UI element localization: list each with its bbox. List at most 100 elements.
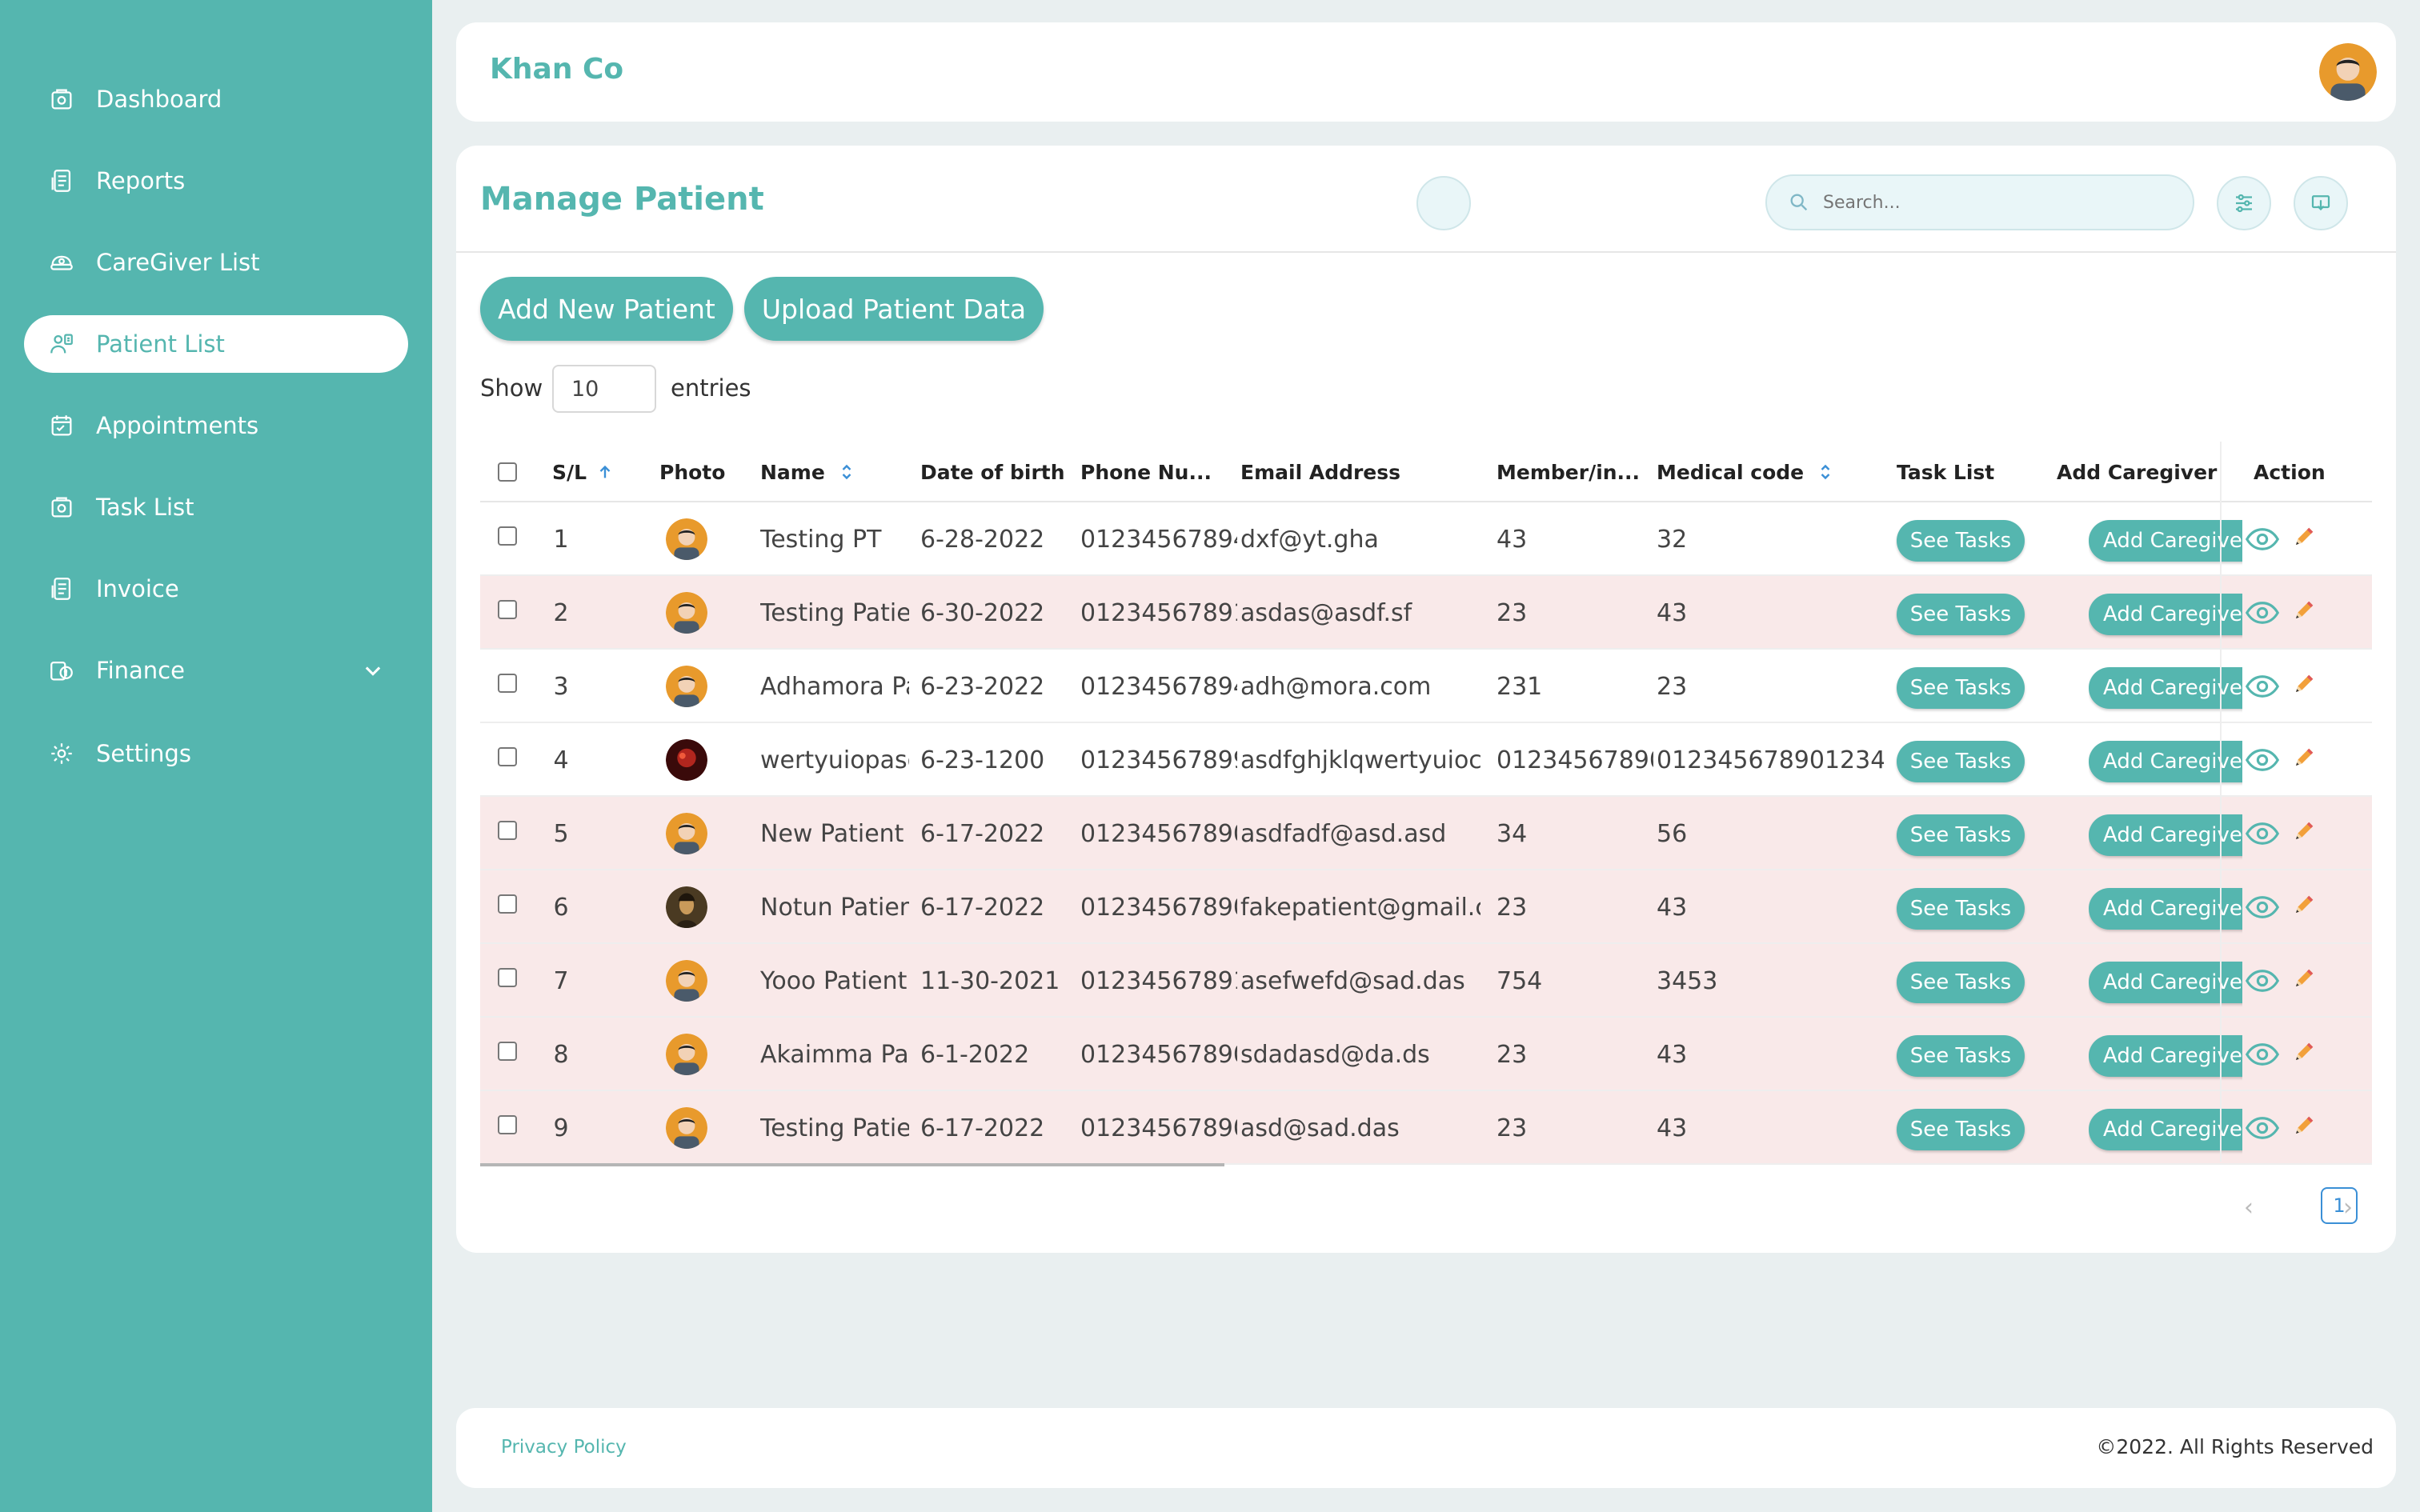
view-eye-icon[interactable]	[2246, 821, 2279, 846]
cell-phone: 01234567894	[1080, 672, 1237, 701]
patient-table: S/L Photo Name Date of birth Phone Nu...…	[480, 442, 2372, 1166]
entries-label: entries	[671, 374, 751, 402]
cell-name: Yooo Patient	[760, 966, 908, 995]
cell-email: sdadasd@da.ds	[1240, 1040, 1430, 1069]
cell-dob: 6-17-2022	[920, 893, 1045, 922]
manage-patient-card: Manage Patient Add New Patient Upload Pa…	[456, 146, 2396, 1253]
row-checkbox[interactable]	[498, 747, 517, 766]
horizontal-scrollbar[interactable]	[480, 1163, 1224, 1166]
header-medical[interactable]: Medical code	[1657, 442, 1833, 502]
row-checkbox[interactable]	[498, 1042, 517, 1061]
cell-sl: 6	[553, 893, 569, 922]
row-checkbox[interactable]	[498, 968, 517, 987]
edit-pencil-icon[interactable]	[2292, 893, 2316, 917]
cell-sl: 1	[553, 525, 569, 554]
cell-name: Testing Patient	[760, 1114, 909, 1142]
see-tasks-button[interactable]: See Tasks	[1897, 667, 2025, 709]
row-checkbox[interactable]	[498, 1115, 517, 1134]
table-row: 9 Testing Patient 6-17-2022 01234567890asd@…	[480, 1091, 2372, 1165]
cell-medical-code: 43	[1657, 1040, 1688, 1069]
see-tasks-button[interactable]: See Tasks	[1897, 1035, 2025, 1077]
search-input[interactable]	[1823, 192, 2175, 213]
row-checkbox[interactable]	[498, 894, 517, 914]
cell-medical-code: 43	[1657, 893, 1688, 922]
edit-pencil-icon[interactable]	[2292, 1114, 2316, 1138]
search-box[interactable]	[1765, 174, 2194, 230]
cell-medical-code: 3453	[1657, 966, 1718, 995]
cell-email: asefwefd@sad.das	[1240, 966, 1465, 995]
see-tasks-button[interactable]: See Tasks	[1897, 520, 2025, 562]
view-eye-icon[interactable]	[2246, 1042, 2279, 1067]
cell-email: fakepatient@gmail.com	[1240, 893, 1480, 922]
cell-phone: 01234567890	[1080, 819, 1237, 848]
row-checkbox[interactable]	[498, 526, 517, 546]
header-name[interactable]: Name	[760, 442, 854, 502]
cell-email: asdfadf@asd.asd	[1240, 819, 1447, 848]
pagination-next[interactable]: ›	[2343, 1194, 2353, 1222]
cell-email: dxf@yt.gha	[1240, 525, 1379, 554]
sidebar-item-patient-list[interactable]: Patient List	[24, 315, 408, 373]
cell-sl: 9	[553, 1114, 569, 1142]
cell-medical-code: 01234567890123456789	[1657, 746, 1884, 774]
cell-sl: 3	[553, 672, 569, 701]
edit-pencil-icon[interactable]	[2292, 966, 2316, 990]
see-tasks-button[interactable]: See Tasks	[1897, 888, 2025, 930]
select-all-checkbox[interactable]	[498, 462, 517, 482]
sidebar-item-caregiver-list[interactable]: CareGiver List	[24, 234, 408, 291]
edit-pencil-icon[interactable]	[2292, 598, 2316, 622]
sidebar-item-task-list[interactable]: Task List	[24, 478, 408, 536]
sidebar-item-invoice[interactable]: Invoice	[24, 560, 408, 618]
chevron-down-icon[interactable]	[362, 659, 384, 682]
patient-avatar	[666, 886, 707, 928]
privacy-policy-link[interactable]: Privacy Policy	[501, 1437, 627, 1458]
view-eye-icon[interactable]	[2246, 968, 2279, 994]
view-eye-icon[interactable]	[2246, 600, 2279, 626]
cell-member: 23	[1496, 1114, 1528, 1142]
upload-patient-data-button[interactable]: Upload Patient Data	[744, 277, 1044, 341]
see-tasks-button[interactable]: See Tasks	[1897, 1109, 2025, 1150]
sidebar-item-finance[interactable]: Finance	[24, 642, 408, 699]
dashboard-icon	[48, 86, 75, 113]
sticky-column-divider	[2220, 442, 2222, 1162]
table-row: 1 Testing PT 6-28-2022 01234567894 dxf@yt.gh…	[480, 502, 2372, 576]
sidebar-item-dashboard[interactable]: Dashboard	[24, 70, 408, 128]
see-tasks-button[interactable]: See Tasks	[1897, 962, 2025, 1003]
edit-pencil-icon[interactable]	[2292, 819, 2316, 843]
export-button[interactable]	[2294, 176, 2348, 230]
see-tasks-button[interactable]: See Tasks	[1897, 594, 2025, 635]
header-name-label: Name	[760, 460, 825, 484]
edit-pencil-icon[interactable]	[2292, 746, 2316, 770]
cell-medical-code: 23	[1657, 672, 1688, 701]
cell-dob: 6-23-2022	[920, 672, 1045, 701]
sidebar-item-label: Patient List	[96, 330, 225, 358]
add-new-patient-button[interactable]: Add New Patient	[480, 277, 733, 341]
pagination-prev[interactable]: ‹	[2244, 1194, 2254, 1222]
sidebar-item-reports[interactable]: Reports	[24, 152, 408, 210]
user-avatar[interactable]	[2319, 43, 2377, 101]
row-checkbox[interactable]	[498, 674, 517, 693]
view-eye-icon[interactable]	[2246, 674, 2279, 699]
view-eye-icon[interactable]	[2246, 526, 2279, 552]
view-eye-icon[interactable]	[2246, 1115, 2279, 1141]
sidebar-item-label: Reports	[96, 167, 186, 194]
cell-dob: 11-30-2021	[920, 966, 1060, 995]
see-tasks-button[interactable]: See Tasks	[1897, 814, 2025, 856]
edit-pencil-icon[interactable]	[2292, 525, 2316, 549]
filter-button[interactable]	[2217, 176, 2271, 230]
sidebar: Dashboard Reports CareGiver List Patient…	[0, 0, 432, 1512]
footer: Privacy Policy ©2022. All Rights Reserve…	[456, 1408, 2396, 1488]
edit-pencil-icon[interactable]	[2292, 672, 2316, 696]
edit-pencil-icon[interactable]	[2292, 1040, 2316, 1064]
sidebar-item-label: Finance	[96, 657, 185, 684]
sidebar-item-appointments[interactable]: Appointments	[24, 397, 408, 454]
view-eye-icon[interactable]	[2246, 894, 2279, 920]
cell-medical-code: 56	[1657, 819, 1688, 848]
header-sl[interactable]: S/L	[552, 442, 614, 502]
see-tasks-button[interactable]: See Tasks	[1897, 741, 2025, 782]
view-eye-icon[interactable]	[2246, 747, 2279, 773]
row-checkbox[interactable]	[498, 821, 517, 840]
header-sl-label: S/L	[552, 460, 587, 484]
entries-input[interactable]	[552, 365, 656, 413]
sidebar-item-settings[interactable]: Settings	[24, 725, 408, 782]
row-checkbox[interactable]	[498, 600, 517, 619]
